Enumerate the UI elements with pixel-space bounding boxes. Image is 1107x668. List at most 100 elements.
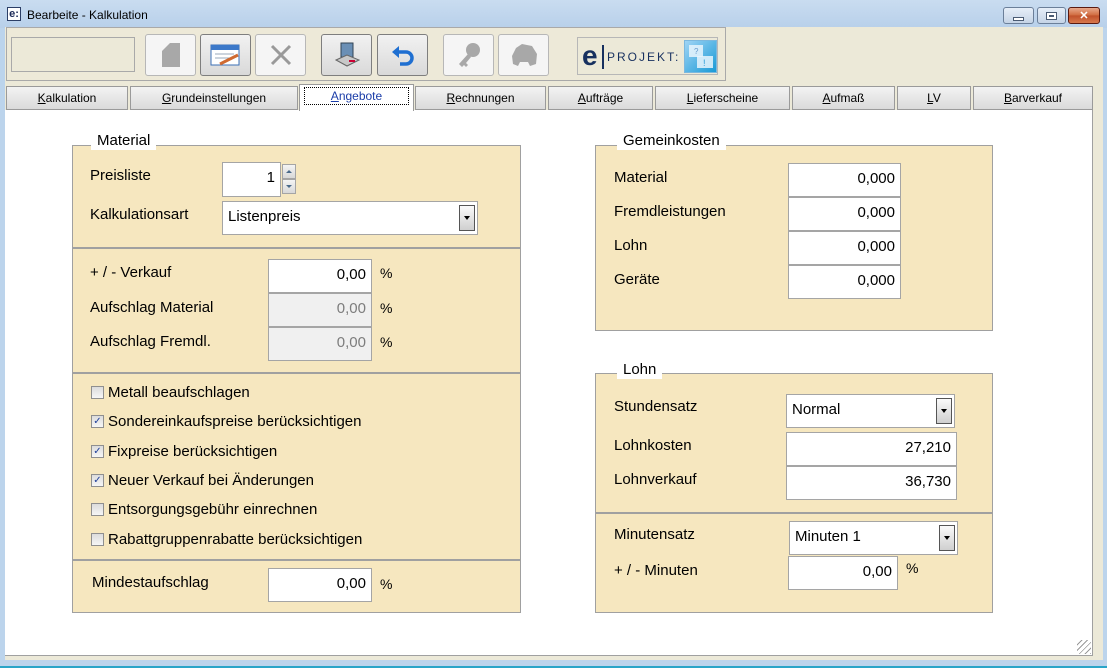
lohnkosten-input[interactable]: 27,210 — [786, 432, 957, 466]
gemeinkosten-label: Geräte — [614, 271, 660, 288]
close-button[interactable]: ✕ — [1068, 7, 1100, 24]
eprojekt-logo: e PROJEKT: ?! — [577, 37, 718, 75]
chevron-down-icon[interactable] — [936, 398, 952, 424]
minuten-input[interactable]: 0,00 — [788, 556, 898, 590]
undo-arrow-icon — [391, 46, 414, 66]
title-bar: e: Bearbeite - Kalkulation ✕ — [0, 0, 1107, 28]
gemeinkosten-label: Lohn — [614, 237, 648, 254]
aufschlag-material-unit: % — [380, 300, 393, 316]
minuten-unit: % — [906, 560, 919, 576]
checkbox-label[interactable]: Entsorgungsgebühr einrechnen — [108, 501, 317, 518]
stundensatz-label: Stundensatz — [614, 398, 698, 415]
save-button[interactable] — [321, 34, 372, 76]
edit-button[interactable] — [200, 34, 251, 76]
undo-button[interactable] — [377, 34, 428, 76]
checkbox-label[interactable]: Fixpreise berücksichtigen — [108, 443, 277, 460]
logo-e: e — [582, 40, 598, 71]
minutensatz-value: Minuten 1 — [795, 528, 861, 545]
app-icon: e: — [7, 7, 21, 21]
toolbar-status-field — [11, 37, 135, 72]
resize-grip[interactable] — [1077, 640, 1091, 654]
piggy-bank-button[interactable] — [498, 34, 549, 76]
save-disk-icon — [334, 42, 360, 67]
tab-angebote[interactable]: Angebote — [299, 84, 414, 111]
kalkulationsart-select[interactable]: Listenpreis — [222, 201, 478, 235]
gemeinkosten-input[interactable]: 0,000 — [788, 163, 901, 197]
delete-button[interactable] — [255, 34, 306, 76]
edit-form-icon — [210, 44, 239, 66]
maximize-button[interactable] — [1037, 7, 1066, 24]
checkbox-3[interactable]: ✓ — [91, 474, 104, 487]
document-icon — [161, 43, 180, 67]
minutensatz-label: Minutensatz — [614, 526, 695, 543]
checkbox-0[interactable] — [91, 386, 104, 399]
new-document-button[interactable] — [145, 34, 196, 76]
material-group-title: Material — [91, 132, 157, 150]
aufschlag-fremdl-label: Aufschlag Fremdl. — [90, 333, 211, 350]
svg-text:!: ! — [703, 58, 706, 68]
aufschlag-material-label: Aufschlag Material — [90, 299, 214, 316]
checkbox-4[interactable] — [91, 503, 104, 516]
mindestaufschlag-input[interactable]: 0,00 — [268, 568, 372, 602]
kalkulationsart-label: Kalkulationsart — [90, 206, 189, 223]
tab-lieferscheine[interactable]: Lieferscheine — [655, 86, 790, 110]
window-bottom-border — [0, 660, 1107, 668]
logo-divider — [602, 45, 604, 69]
checkbox-label[interactable]: Rabattgruppenrabatte berücksichtigen — [108, 531, 362, 548]
lohnverkauf-input[interactable]: 36,730 — [786, 466, 957, 500]
preisliste-label: Preisliste — [90, 167, 151, 184]
chevron-down-icon[interactable] — [459, 205, 475, 231]
gemeinkosten-group-title: Gemeinkosten — [617, 132, 726, 150]
verkauf-input[interactable]: 0,00 — [268, 259, 372, 293]
svg-text:?: ? — [694, 47, 699, 56]
kalkulationsart-value: Listenpreis — [228, 208, 301, 225]
checkbox-label[interactable]: Metall beaufschlagen — [108, 384, 250, 401]
tab-content-angebote: Material Preisliste 1 Kalkulationsart Li… — [5, 110, 1093, 656]
piggy-bank-icon — [511, 44, 537, 66]
key-icon — [458, 43, 480, 67]
tab-bar: Kalkulation Grundeinstellungen Angebote … — [5, 84, 1103, 111]
minimize-button[interactable] — [1003, 7, 1034, 24]
gemeinkosten-input[interactable]: 0,000 — [788, 231, 901, 265]
checkbox-label[interactable]: Neuer Verkauf bei Änderungen — [108, 472, 314, 489]
aufschlag-material-input: 0,00 — [268, 293, 372, 327]
checkbox-2[interactable]: ✓ — [91, 445, 104, 458]
delete-x-icon — [270, 44, 291, 66]
minutensatz-select[interactable]: Minuten 1 — [789, 521, 958, 555]
tab-auftraege[interactable]: Aufträge — [548, 86, 653, 110]
gemeinkosten-input[interactable]: 0,000 — [788, 197, 901, 231]
stundensatz-value: Normal — [792, 401, 841, 418]
tab-grundeinstellungen[interactable]: Grundeinstellungen — [130, 86, 298, 110]
checkbox-label[interactable]: Sondereinkaufspreise berücksichtigen — [108, 413, 361, 430]
gemeinkosten-input[interactable]: 0,000 — [788, 265, 901, 299]
close-icon: ✕ — [1079, 10, 1089, 22]
aufschlag-fremdl-input: 0,00 — [268, 327, 372, 361]
tab-kalkulation[interactable]: Kalkulation — [6, 86, 128, 110]
lohn-group-title: Lohn — [617, 361, 663, 379]
tab-barverkauf[interactable]: Barverkauf — [973, 86, 1093, 110]
aufschlag-fremdl-unit: % — [380, 334, 393, 350]
checkbox-1[interactable]: ✓ — [91, 415, 104, 428]
mindestaufschlag-unit: % — [380, 576, 393, 592]
lohnkosten-label: Lohnkosten — [614, 437, 692, 454]
window-title: Bearbeite - Kalkulation — [27, 8, 148, 22]
help-chat-icon[interactable]: ?! — [684, 40, 717, 73]
logo-text: PROJEKT: — [607, 50, 681, 64]
maximize-icon — [1046, 11, 1057, 20]
preisliste-spin-down[interactable] — [282, 179, 296, 194]
tab-aufmass[interactable]: Aufmaß — [792, 86, 895, 110]
key-button[interactable] — [443, 34, 494, 76]
chevron-down-icon[interactable] — [939, 525, 955, 551]
lohnverkauf-label: Lohnverkauf — [614, 471, 697, 488]
preisliste-input[interactable]: 1 — [222, 162, 281, 197]
main-window: e PROJEKT: ?! Kalkulation Grundeinstellu… — [5, 27, 1103, 660]
tab-rechnungen[interactable]: Rechnungen — [415, 86, 546, 110]
minimize-icon — [1013, 16, 1024, 21]
gemeinkosten-label: Material — [614, 169, 668, 186]
mindestaufschlag-label: Mindestaufschlag — [92, 574, 209, 591]
preisliste-spin-up[interactable] — [282, 164, 296, 179]
checkbox-5[interactable] — [91, 533, 104, 546]
tab-lv[interactable]: LV — [897, 86, 971, 110]
stundensatz-select[interactable]: Normal — [786, 394, 955, 428]
gemeinkosten-label: Fremdleistungen — [614, 203, 726, 220]
